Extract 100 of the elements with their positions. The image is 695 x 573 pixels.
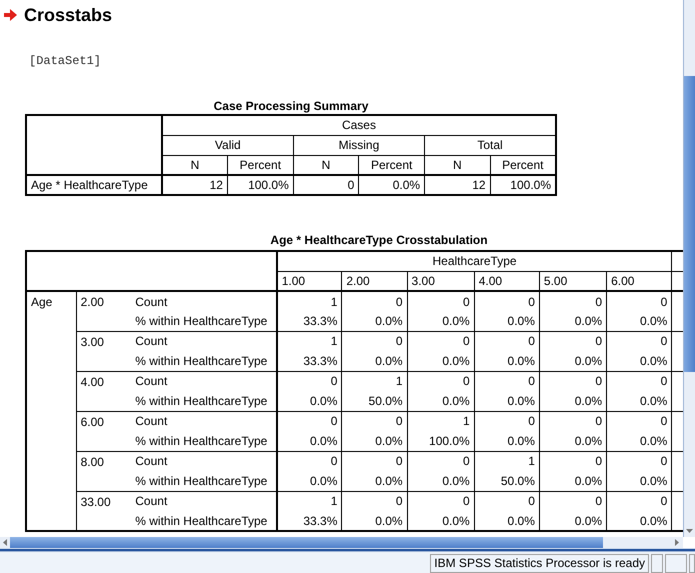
table-cell: 0 [276,411,342,431]
table-cell: 0 [342,491,408,511]
column-header: HealthcareType [276,251,672,271]
column-header: N [424,155,490,175]
table-cell: 0.0% [342,311,408,331]
table-cell: 0.0% [276,471,342,491]
table-cell: 33.3% [276,351,342,371]
table-cell: 0 [407,491,474,511]
row-label: % within HealthcareType [131,431,277,451]
table-cell: 0.0% [539,351,607,371]
row-label: Count [131,371,277,391]
table-cell: 0 [539,331,607,351]
table-cell: 0 [539,411,607,431]
table-cell: 1 [474,451,540,471]
table-cell: 0 [606,451,672,471]
table-cell: 0 [474,331,540,351]
status-panel [665,554,687,573]
table-cell: 0.0% [606,431,672,451]
table-cell: 100.0% [407,431,474,451]
status-message: IBM SPSS Statistics Processor is ready [430,554,649,573]
column-header: Percent [227,155,294,175]
table-cell: 0 [407,451,474,471]
table-cell: 0 [474,491,540,511]
status-panel [651,554,663,573]
table-cell: 0.0% [606,471,672,491]
table-cell: 0.0% [539,391,607,411]
column-header: Missing [293,135,425,155]
column-header: 4.00 [474,271,540,291]
column-header: 3.00 [407,271,474,291]
table-cell: 0 [474,411,540,431]
column-header: 6.00 [606,271,672,291]
table-cell: 0 [407,291,474,311]
column-header: 5.00 [539,271,607,291]
table-cell: 0 [539,291,607,311]
table-cell: 0 [342,451,408,471]
table-cell: 0 [474,371,540,391]
table-cell: 0.0% [342,351,408,371]
table-cell: 0.0% [606,351,672,371]
table-cell: 0 [474,291,540,311]
column-header: Percent [358,155,425,175]
table-cell: 0.0% [539,471,607,491]
row-label: Count [131,491,277,511]
table-cell: 0 [606,331,672,351]
table-cell: 0 [539,491,607,511]
row-label: % within HealthcareType [131,351,277,371]
table-cell: 0.0% [474,391,540,411]
table-cell: 0.0% [342,471,408,491]
down-arrow-icon[interactable] [684,527,695,535]
table-cell: 0 [407,371,474,391]
table-cell: 0.0% [539,311,607,331]
table-cell: 0.0% [407,311,474,331]
row-header: 2.00 [76,291,132,331]
table-cell: 0 [539,451,607,471]
table-cell: 0.0% [606,391,672,411]
table-cell: 0 [407,331,474,351]
table-cell: 0 [606,411,672,431]
row-label: Count [131,291,277,311]
table-cell: 0 [342,291,408,311]
vertical-scrollbar[interactable] [683,0,695,537]
table-cell: 50.0% [342,391,408,411]
table-cell: 0 [539,371,607,391]
table-cell: 0.0% [474,311,540,331]
scrollbar-thumb[interactable] [684,76,695,372]
table-cell: 1 [342,371,408,391]
table-cell: 0 [342,411,408,431]
column-header: N [293,155,359,175]
table-cell: 0.0% [276,391,342,411]
row-header: 3.00 [76,331,132,371]
row-header: 4.00 [76,371,132,411]
table-cell: 0.0% [474,351,540,371]
dataset-label: [DataSet1] [29,53,102,70]
table-cell: 1 [407,411,474,431]
column-header: Valid [162,135,294,155]
table-cell: 0.0% [342,431,408,451]
table-cell: 0.0% [539,431,607,451]
column-header: 1.00 [276,271,342,291]
section-heading: Crosstabs [24,4,112,26]
column-header: N [162,155,228,175]
row-label: % within HealthcareType [131,511,277,531]
table-cell: 0 [276,371,342,391]
table-cell: 50.0% [474,471,540,491]
table-cell: 0.0% [276,431,342,451]
table-cell: 1 [276,291,342,311]
row-label: % within HealthcareType [131,391,277,411]
row-header: 6.00 [76,411,132,451]
column-header: 2.00 [342,271,408,291]
table-cell: 0 [276,451,342,471]
row-label: Count [131,411,277,431]
table-cell: 1 [276,491,342,511]
table-cell: 0 [606,291,672,311]
arrow-icon [4,9,17,21]
table-cell: 1 [276,331,342,351]
status-panel [689,554,695,573]
row-label: Count [131,331,277,351]
table-cell: 0.0% [407,391,474,411]
table-cell: 33.3% [276,311,342,331]
table-cell: 0.0% [474,431,540,451]
row-header: 33.00 [76,491,132,531]
table-cell: 0.0% [407,351,474,371]
table-title: Age * HealthcareType Crosstabulation [269,232,489,249]
